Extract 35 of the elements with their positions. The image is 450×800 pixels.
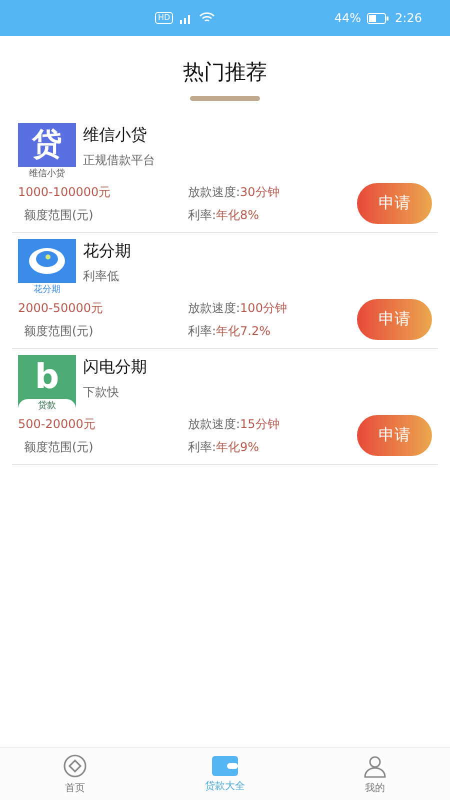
wifi-icon [199, 12, 216, 24]
speed-text: 放款速度:30分钟 [188, 184, 280, 200]
amount-label: 额度范围(元) [23, 438, 94, 456]
battery-icon [367, 12, 390, 24]
loan-tagline: 下款快 [83, 384, 120, 401]
amount-range: 500-20000元 [18, 416, 96, 432]
nav-tab[interactable]: 首页 [0, 748, 150, 800]
hd-badge: HD [155, 12, 174, 24]
rate-text: 利率:年化8% [188, 206, 260, 224]
nav-tab[interactable]: 我的 [300, 748, 450, 800]
clock: 2:26 [395, 11, 422, 25]
apply-button[interactable]: 申请 [357, 183, 432, 224]
loan-name: 闪电分期 [83, 357, 147, 378]
amount-label: 额度范围(元) [23, 322, 94, 340]
loan-tagline: 正规借款平台 [83, 152, 155, 169]
speed-text: 放款速度:15分钟 [188, 416, 280, 432]
loan-tagline: 利率低 [83, 268, 120, 285]
page-title: 热门推荐 [183, 59, 267, 86]
nav-tab[interactable]: 贷款大全 [150, 748, 300, 800]
loan-name: 花分期 [83, 241, 131, 262]
apply-button[interactable]: 申请 [357, 299, 432, 340]
wallet-icon [212, 756, 238, 776]
home-icon [63, 754, 87, 778]
amount-label: 额度范围(元) [23, 206, 94, 224]
apply-button[interactable]: 申请 [357, 415, 432, 456]
title-underline [190, 96, 260, 101]
loan-name: 维信小贷 [83, 125, 148, 146]
rate-text: 利率:年化9% [188, 438, 260, 456]
user-icon [363, 754, 387, 778]
amount-range: 2000-50000元 [18, 300, 104, 316]
amount-range: 1000-100000元 [18, 184, 112, 200]
speed-text: 放款速度:100分钟 [188, 300, 288, 316]
battery-percent: 44% [334, 11, 362, 25]
rate-text: 利率:年化7.2% [188, 322, 272, 340]
logo-icon: b 贷款 [18, 355, 76, 413]
